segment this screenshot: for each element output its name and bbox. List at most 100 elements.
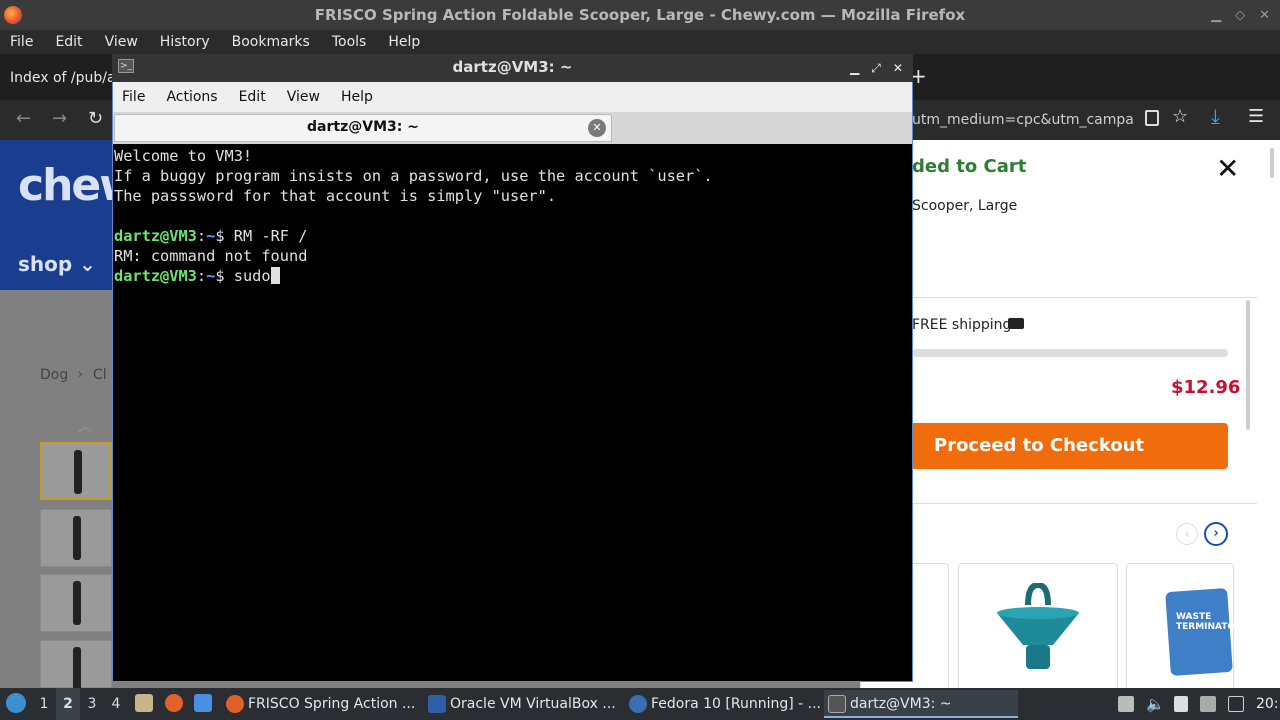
close-icon[interactable]: ✕	[893, 61, 903, 75]
terminal-window-controls: ▁ ⤢ ✕	[850, 54, 903, 82]
url-bar[interactable]: utm_medium=cpc&utm_campai	[912, 107, 1134, 133]
menu-tools[interactable]: Tools	[332, 34, 367, 50]
command-output: RM: command not found	[114, 247, 308, 265]
tray-app-icon[interactable]	[1118, 696, 1134, 712]
task-label: Oracle VM VirtualBox ...	[450, 696, 616, 712]
product-thumbnail[interactable]	[40, 574, 112, 632]
breadcrumb-dog[interactable]: Dog	[40, 367, 68, 383]
terminal-output[interactable]: Welcome to VM3! If a buggy program insis…	[113, 145, 910, 680]
firefox-window-title: FRISCO Spring Action Foldable Scooper, L…	[0, 0, 1280, 30]
product-thumbnail[interactable]	[40, 640, 112, 691]
terminal-menu-actions[interactable]: Actions	[166, 89, 217, 105]
menu-icon[interactable]: ☰	[1248, 106, 1264, 127]
scrollbar-thumb[interactable]	[1270, 148, 1274, 178]
back-icon[interactable]: ←	[16, 108, 31, 129]
proceed-to-checkout-button[interactable]: Proceed to Checkout	[912, 423, 1228, 469]
terminal-menu-file[interactable]: File	[122, 89, 145, 105]
task-label: Fedora 10 [Running] - ...	[651, 696, 821, 712]
minimize-icon[interactable]: ▁	[1211, 8, 1221, 23]
command-text: RM -RF /	[233, 227, 308, 245]
download-icon[interactable]: ⤓	[1211, 104, 1220, 128]
prompt-symbol: $	[215, 227, 234, 245]
prompt-separator: :	[196, 227, 207, 245]
terminal-menu-help[interactable]: Help	[341, 89, 373, 105]
menu-view[interactable]: View	[105, 34, 138, 50]
terminal-tab-label: dartz@VM3: ~	[307, 119, 419, 135]
task-firefox[interactable]: FRISCO Spring Action ...	[222, 690, 420, 718]
network-icon[interactable]	[1200, 696, 1216, 712]
task-fedora[interactable]: Fedora 10 [Running] - ...	[625, 690, 821, 718]
menu-edit[interactable]: Edit	[55, 34, 82, 50]
workspace-3[interactable]: 3	[80, 688, 104, 720]
system-tray: 🔈 20:15	[1118, 688, 1280, 720]
truck-icon	[1008, 318, 1024, 329]
menu-help[interactable]: Help	[388, 34, 420, 50]
free-shipping-progress	[912, 349, 1228, 357]
prompt-user: dartz@VM3	[114, 267, 197, 285]
desktop-icon[interactable]	[194, 694, 212, 712]
cart-product-name: Scooper, Large	[912, 198, 1018, 214]
forward-icon[interactable]: →	[52, 108, 67, 129]
file-manager-icon[interactable]	[135, 694, 153, 712]
firefox-icon	[226, 695, 244, 713]
text-cursor	[270, 267, 280, 284]
menu-history[interactable]: History	[160, 34, 210, 50]
menu-file[interactable]: File	[10, 34, 33, 50]
product-image-bowl	[997, 583, 1079, 669]
tab-close-icon[interactable]: ✕	[588, 119, 606, 137]
product-thumbnail[interactable]	[40, 442, 112, 500]
prompt-path: ~	[206, 267, 216, 285]
product-thumbnail[interactable]	[40, 509, 112, 567]
start-menu-icon[interactable]	[6, 693, 26, 713]
workspace-2[interactable]: 2	[56, 688, 80, 720]
page-scrollbar[interactable]	[1257, 140, 1280, 688]
task-virtualbox[interactable]: Oracle VM VirtualBox ...	[424, 690, 622, 718]
terminal-line: The passsword for that account is simply…	[114, 187, 557, 205]
volume-icon[interactable]: 🔈	[1146, 696, 1165, 712]
task-label: FRISCO Spring Action ...	[248, 696, 416, 712]
task-terminal[interactable]: dartz@VM3: ~	[824, 690, 1018, 718]
clock[interactable]: 20:15	[1256, 696, 1280, 712]
terminal-menu-view[interactable]: View	[287, 89, 320, 105]
carousel-prev-icon[interactable]: ‹	[1176, 523, 1198, 545]
divider	[912, 297, 1257, 298]
cart-price: $12.96	[1171, 377, 1241, 398]
clipboard-icon[interactable]	[1174, 696, 1188, 712]
workspace-1[interactable]: 1	[32, 688, 56, 720]
firefox-launcher-icon[interactable]	[165, 694, 183, 712]
reload-icon[interactable]: ↻	[88, 108, 103, 129]
bag-label: WASTE TERMINATOR	[1176, 612, 1243, 632]
prompt-user: dartz@VM3	[114, 227, 197, 245]
current-input[interactable]: sudo	[234, 267, 271, 285]
browser-tab[interactable]: Index of /pub/a	[0, 58, 112, 98]
terminal-menubar: File Actions Edit View Help	[113, 82, 912, 112]
firefox-logo-icon	[4, 6, 22, 24]
close-icon[interactable]: ✕	[1259, 8, 1270, 23]
chevron-down-icon: ⌄	[79, 252, 96, 276]
product-image-bag	[1165, 587, 1233, 677]
shop-menu[interactable]: shop ⌄	[18, 252, 96, 276]
cart-scrollbar[interactable]	[1246, 300, 1250, 430]
maximize-icon[interactable]: ⤢	[871, 61, 881, 76]
prompt-path: ~	[206, 227, 216, 245]
menu-bookmarks[interactable]: Bookmarks	[232, 34, 310, 50]
shop-label: shop	[18, 252, 73, 276]
terminal-menu-edit[interactable]: Edit	[239, 89, 266, 105]
terminal-line: If a buggy program insists on a password…	[114, 167, 713, 185]
firefox-menubar: File Edit View History Bookmarks Tools H…	[0, 30, 1280, 54]
reader-icon[interactable]	[1145, 110, 1159, 126]
breadcrumb-second[interactable]: Cl	[93, 367, 107, 383]
workspace-4[interactable]: 4	[104, 688, 128, 720]
carousel-next-icon[interactable]: ›	[1204, 522, 1228, 546]
breadcrumb-chevron-icon: ›	[78, 367, 83, 381]
close-icon[interactable]: ✕	[1216, 152, 1239, 185]
terminal-window-title: dartz@VM3: ~	[452, 58, 573, 76]
firefox-window-controls: ▁ ◇ ✕	[1211, 0, 1270, 30]
added-to-cart-heading: ded to Cart	[912, 156, 1027, 177]
terminal-icon	[828, 695, 846, 713]
chevron-up-icon[interactable]: ︿	[78, 416, 92, 436]
display-icon[interactable]	[1228, 696, 1244, 712]
star-icon[interactable]: ☆	[1172, 106, 1188, 127]
maximize-icon[interactable]: ◇	[1235, 8, 1245, 23]
minimize-icon[interactable]: ▁	[850, 61, 859, 75]
